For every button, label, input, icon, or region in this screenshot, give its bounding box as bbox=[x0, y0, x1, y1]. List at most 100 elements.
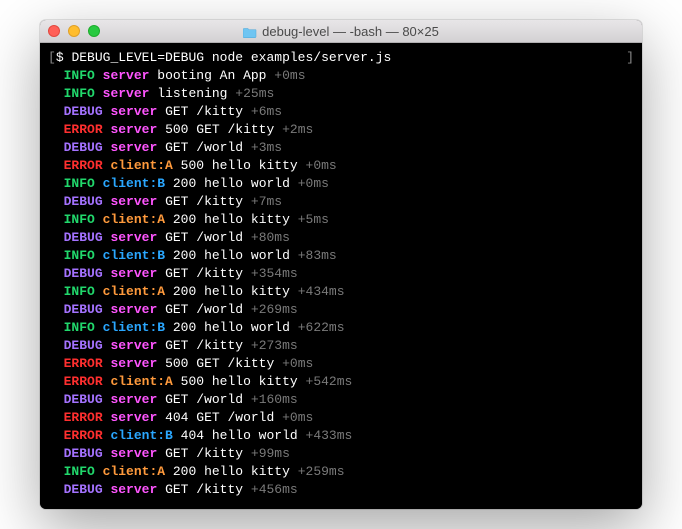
log-message: 500 GET /kitty bbox=[165, 356, 274, 371]
log-timing: +3ms bbox=[251, 140, 282, 155]
log-line: DEBUG server GET /world +3ms bbox=[48, 139, 634, 157]
log-timing: +5ms bbox=[298, 212, 329, 227]
log-message: booting An App bbox=[157, 68, 266, 83]
log-message: 500 hello kitty bbox=[181, 374, 298, 389]
log-message: 200 hello world bbox=[173, 248, 290, 263]
log-level: ERROR bbox=[64, 410, 103, 425]
log-line: DEBUG server GET /kitty +99ms bbox=[48, 445, 634, 463]
log-message: GET /kitty bbox=[165, 266, 243, 281]
log-message: GET /kitty bbox=[165, 338, 243, 353]
log-namespace: server bbox=[110, 482, 157, 497]
log-line: INFO client:A 200 hello kitty +259ms bbox=[48, 463, 634, 481]
titlebar: debug-level — -bash — 80×25 bbox=[40, 20, 642, 43]
log-namespace: server bbox=[110, 266, 157, 281]
log-timing: +0ms bbox=[282, 410, 313, 425]
prompt-command: DEBUG_LEVEL=DEBUG node examples/server.j… bbox=[71, 50, 391, 65]
terminal-window: debug-level — -bash — 80×25 [$ DEBUG_LEV… bbox=[40, 20, 642, 509]
log-line: INFO server listening +25ms bbox=[48, 85, 634, 103]
log-namespace: client:B bbox=[103, 248, 165, 263]
log-namespace: client:B bbox=[103, 320, 165, 335]
log-message: GET /world bbox=[165, 230, 243, 245]
close-button[interactable] bbox=[48, 25, 60, 37]
log-timing: +354ms bbox=[251, 266, 298, 281]
log-namespace: server bbox=[110, 122, 157, 137]
minimize-button[interactable] bbox=[68, 25, 80, 37]
log-namespace: server bbox=[103, 86, 150, 101]
log-level: DEBUG bbox=[64, 266, 103, 281]
log-output: INFO server booting An App +0ms INFO ser… bbox=[48, 67, 634, 499]
log-namespace: server bbox=[110, 302, 157, 317]
log-timing: +25ms bbox=[235, 86, 274, 101]
log-level: INFO bbox=[64, 284, 95, 299]
log-namespace: server bbox=[110, 194, 157, 209]
log-level: DEBUG bbox=[64, 230, 103, 245]
log-line: ERROR server 500 GET /kitty +2ms bbox=[48, 121, 634, 139]
log-message: 500 hello kitty bbox=[181, 158, 298, 173]
log-namespace: server bbox=[110, 392, 157, 407]
log-timing: +433ms bbox=[306, 428, 353, 443]
log-namespace: client:A bbox=[110, 374, 172, 389]
log-level: DEBUG bbox=[64, 392, 103, 407]
log-timing: +622ms bbox=[298, 320, 345, 335]
log-timing: +160ms bbox=[251, 392, 298, 407]
log-timing: +0ms bbox=[298, 176, 329, 191]
log-line: INFO client:B 200 hello world +0ms bbox=[48, 175, 634, 193]
log-message: GET /kitty bbox=[165, 446, 243, 461]
log-line: DEBUG server GET /world +160ms bbox=[48, 391, 634, 409]
log-namespace: server bbox=[110, 446, 157, 461]
log-line: ERROR client:A 500 hello kitty +542ms bbox=[48, 373, 634, 391]
log-timing: +6ms bbox=[251, 104, 282, 119]
log-message: 404 hello world bbox=[181, 428, 298, 443]
log-level: DEBUG bbox=[64, 482, 103, 497]
log-line: DEBUG server GET /world +80ms bbox=[48, 229, 634, 247]
log-line: INFO client:A 200 hello kitty +5ms bbox=[48, 211, 634, 229]
log-level: DEBUG bbox=[64, 338, 103, 353]
log-level: ERROR bbox=[64, 356, 103, 371]
log-line: ERROR server 500 GET /kitty +0ms bbox=[48, 355, 634, 373]
log-namespace: client:B bbox=[103, 176, 165, 191]
log-level: ERROR bbox=[64, 122, 103, 137]
log-namespace: client:A bbox=[103, 284, 165, 299]
log-level: ERROR bbox=[64, 428, 103, 443]
log-level: INFO bbox=[64, 248, 95, 263]
prompt-symbol: $ bbox=[56, 50, 64, 65]
log-line: DEBUG server GET /kitty +273ms bbox=[48, 337, 634, 355]
log-level: INFO bbox=[64, 86, 95, 101]
log-line: ERROR server 404 GET /world +0ms bbox=[48, 409, 634, 427]
log-timing: +273ms bbox=[251, 338, 298, 353]
terminal-body[interactable]: [$ DEBUG_LEVEL=DEBUG node examples/serve… bbox=[40, 43, 642, 509]
log-timing: +99ms bbox=[251, 446, 290, 461]
log-message: GET /kitty bbox=[165, 482, 243, 497]
log-level: INFO bbox=[64, 320, 95, 335]
log-message: GET /world bbox=[165, 302, 243, 317]
log-line: DEBUG server GET /kitty +354ms bbox=[48, 265, 634, 283]
log-namespace: server bbox=[110, 356, 157, 371]
log-namespace: client:B bbox=[110, 428, 172, 443]
log-message: 200 hello world bbox=[173, 320, 290, 335]
log-message: 200 hello kitty bbox=[173, 464, 290, 479]
log-message: GET /world bbox=[165, 392, 243, 407]
log-timing: +542ms bbox=[306, 374, 353, 389]
log-timing: +434ms bbox=[298, 284, 345, 299]
log-line: INFO client:B 200 hello world +622ms bbox=[48, 319, 634, 337]
log-line: DEBUG server GET /kitty +456ms bbox=[48, 481, 634, 499]
log-line: ERROR client:A 500 hello kitty +0ms bbox=[48, 157, 634, 175]
window-title: debug-level — -bash — 80×25 bbox=[40, 24, 642, 39]
prompt-open: [ bbox=[48, 50, 56, 65]
log-message: 500 GET /kitty bbox=[165, 122, 274, 137]
log-namespace: server bbox=[110, 338, 157, 353]
log-timing: +456ms bbox=[251, 482, 298, 497]
log-line: INFO client:A 200 hello kitty +434ms bbox=[48, 283, 634, 301]
log-level: DEBUG bbox=[64, 140, 103, 155]
log-level: INFO bbox=[64, 68, 95, 83]
log-message: GET /kitty bbox=[165, 104, 243, 119]
log-message: GET /world bbox=[165, 140, 243, 155]
log-level: DEBUG bbox=[64, 446, 103, 461]
log-level: INFO bbox=[64, 212, 95, 227]
log-timing: +80ms bbox=[251, 230, 290, 245]
log-timing: +0ms bbox=[274, 68, 305, 83]
log-message: GET /kitty bbox=[165, 194, 243, 209]
zoom-button[interactable] bbox=[88, 25, 100, 37]
log-message: 200 hello kitty bbox=[173, 284, 290, 299]
log-message: 200 hello world bbox=[173, 176, 290, 191]
